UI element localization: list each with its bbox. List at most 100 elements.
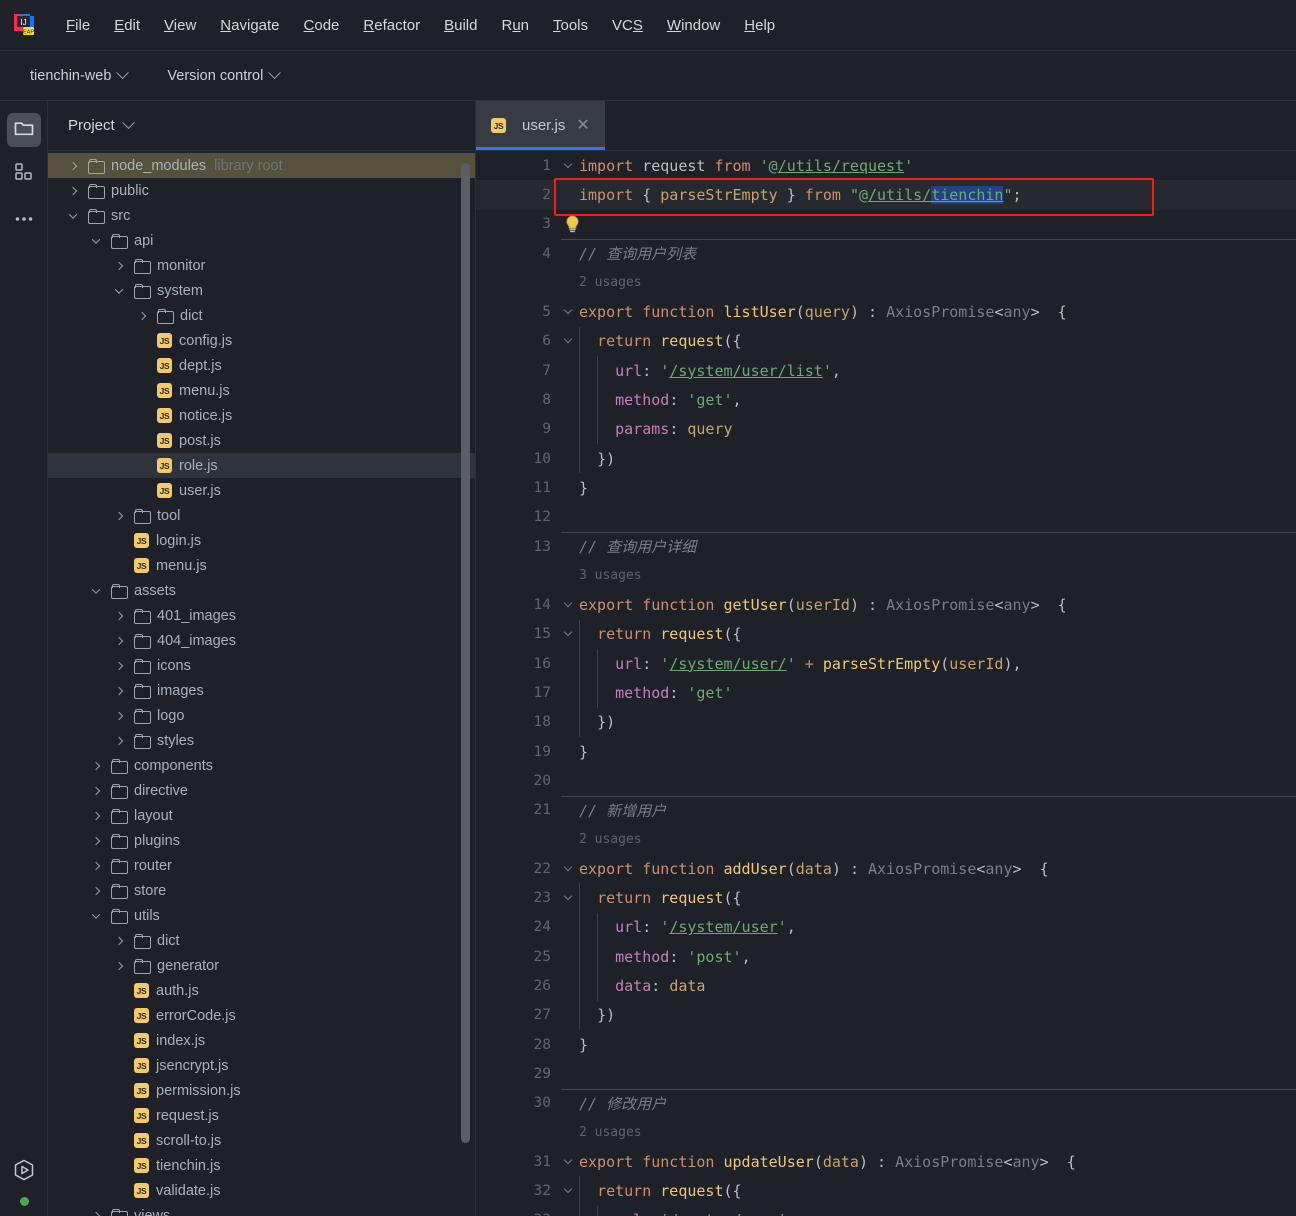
editor-tab-user-js[interactable]: JS user.js ✕ [476,101,605,150]
tree-node-401_images[interactable]: 401_images [48,603,475,628]
tree-node-utils[interactable]: utils [48,903,475,928]
tree-node-jsencrypt-js[interactable]: JS jsencrypt.js [48,1053,475,1078]
menu-edit[interactable]: Edit [102,13,152,38]
code-line-29[interactable]: 29 [476,1059,1296,1088]
code-line-11[interactable]: 11} [476,473,1296,502]
tree-node-dict[interactable]: dict [48,303,475,328]
code-line-21[interactable]: 21 // 新增用户 [476,795,1296,825]
version-control-widget[interactable]: Version control [157,63,289,89]
tree-node-src[interactable]: src [48,203,475,228]
tree-node-images[interactable]: images [48,678,475,703]
chevron-right-icon[interactable] [112,959,126,973]
code-usage-hint[interactable]: 2 usages [476,825,1296,854]
tree-node-router[interactable]: router [48,853,475,878]
tree-node-errorCode-js[interactable]: JS errorCode.js [48,1003,475,1028]
menu-refactor[interactable]: Refactor [351,13,432,38]
chevron-down-icon[interactable] [89,234,103,248]
code-line-27[interactable]: 27 }) [476,1000,1296,1030]
code-line-31[interactable]: 31 export function updateUser(data) : Axi… [476,1147,1296,1176]
code-line-17[interactable]: 17 method: 'get' [476,678,1296,708]
tree-node-styles[interactable]: styles [48,728,475,753]
tree-node-api[interactable]: api [48,228,475,253]
tree-node-user-js[interactable]: JS user.js [48,478,475,503]
code-line-13[interactable]: 13 // 查询用户详细 [476,531,1296,561]
menu-window[interactable]: Window [655,13,732,38]
code-line-28[interactable]: 28} [476,1030,1296,1059]
chevron-down-icon[interactable] [112,284,126,298]
fold-chevron-icon[interactable] [563,305,577,318]
code-line-14[interactable]: 14 export function getUser(userId) : Axio… [476,590,1296,619]
intention-bulb-icon[interactable] [564,215,581,234]
code-line-20[interactable]: 20 [476,766,1296,795]
code-line-33[interactable]: 33 url: '/system/user', [476,1205,1296,1216]
code-line-22[interactable]: 22 export function addUser(data) : AxiosP… [476,854,1296,883]
fold-chevron-icon[interactable] [563,1155,577,1168]
tree-node-role-js[interactable]: JS role.js [48,453,475,478]
tree-node-generator[interactable]: generator [48,953,475,978]
chevron-right-icon[interactable] [89,834,103,848]
code-line-7[interactable]: 7 url: '/system/user/list', [476,356,1296,386]
code-line-9[interactable]: 9 params: query [476,414,1296,444]
chevron-right-icon[interactable] [89,784,103,798]
tree-node-notice-js[interactable]: JS notice.js [48,403,475,428]
fold-chevron-icon[interactable] [563,335,577,347]
fold-chevron-icon[interactable] [563,1184,577,1197]
project-tool-window-button[interactable] [6,113,41,147]
chevron-right-icon[interactable] [89,859,103,873]
tree-node-tool[interactable]: tool [48,503,475,528]
code-line-16[interactable]: 16 url: '/system/user/' + parseStrEmpty(… [476,649,1296,679]
code-line-32[interactable]: 32 return request({ [476,1176,1296,1206]
code-editor[interactable]: 1 import request from '@/utils/request' 2 i… [476,151,1296,1216]
project-tree-scrollbar[interactable] [461,163,470,1143]
code-line-4[interactable]: 4 // 查询用户列表 [476,238,1296,268]
menu-code[interactable]: Code [292,13,352,38]
code-line-24[interactable]: 24 url: '/system/user', [476,912,1296,943]
tree-node-icons[interactable]: icons [48,653,475,678]
menu-file[interactable]: File [54,13,102,38]
chevron-right-icon[interactable] [89,759,103,773]
fold-chevron-icon[interactable] [563,598,577,611]
code-line-3[interactable]: 3 [476,210,1296,239]
code-line-15[interactable]: 15 return request({ [476,619,1296,650]
tree-node-views[interactable]: views [48,1203,475,1216]
code-usage-hint[interactable]: 2 usages [476,268,1296,297]
tree-node-layout[interactable]: layout [48,803,475,828]
tree-node-permission-js[interactable]: JS permission.js [48,1078,475,1103]
tree-node-directive[interactable]: directive [48,778,475,803]
chevron-right-icon[interactable] [135,309,149,323]
chevron-right-icon[interactable] [112,509,126,523]
fold-chevron-icon[interactable] [563,159,577,172]
fold-chevron-icon[interactable] [563,862,577,875]
tree-node-dict[interactable]: dict [48,928,475,953]
more-tool-windows-button[interactable] [7,201,41,235]
code-line-25[interactable]: 25 method: 'post', [476,942,1296,972]
code-line-18[interactable]: 18 }) [476,707,1296,737]
fold-chevron-icon[interactable] [563,891,577,904]
tree-node-plugins[interactable]: plugins [48,828,475,853]
chevron-down-icon[interactable] [89,909,103,923]
code-line-5[interactable]: 5 export function listUser(query) : Axios… [476,297,1296,326]
tree-node-config-js[interactable]: JS config.js [48,328,475,353]
chevron-right-icon[interactable] [112,634,126,648]
chevron-right-icon[interactable] [112,609,126,623]
tree-node-auth-js[interactable]: JS auth.js [48,978,475,1003]
chevron-down-icon[interactable] [66,209,80,223]
code-line-10[interactable]: 10 }) [476,443,1296,474]
chevron-right-icon[interactable] [112,659,126,673]
close-icon[interactable]: ✕ [574,117,591,134]
menu-navigate[interactable]: Navigate [208,13,291,38]
code-line-12[interactable]: 12 [476,503,1296,532]
tree-node-index-js[interactable]: JS index.js [48,1028,475,1053]
tree-node-logo[interactable]: logo [48,703,475,728]
code-line-30[interactable]: 30 // 修改用户 [476,1088,1296,1118]
chevron-right-icon[interactable] [112,934,126,948]
menu-tools[interactable]: Tools [541,13,600,38]
code-line-8[interactable]: 8 method: 'get', [476,385,1296,415]
tree-node-404_images[interactable]: 404_images [48,628,475,653]
chevron-down-icon[interactable] [89,584,103,598]
tree-node-store[interactable]: store [48,878,475,903]
tree-node-login-js[interactable]: JS login.js [48,528,475,553]
project-file-tree[interactable]: node_modules library root public src api moni… [48,151,475,1216]
tree-node-menu-js[interactable]: JS menu.js [48,553,475,578]
fold-chevron-icon[interactable] [563,628,577,640]
